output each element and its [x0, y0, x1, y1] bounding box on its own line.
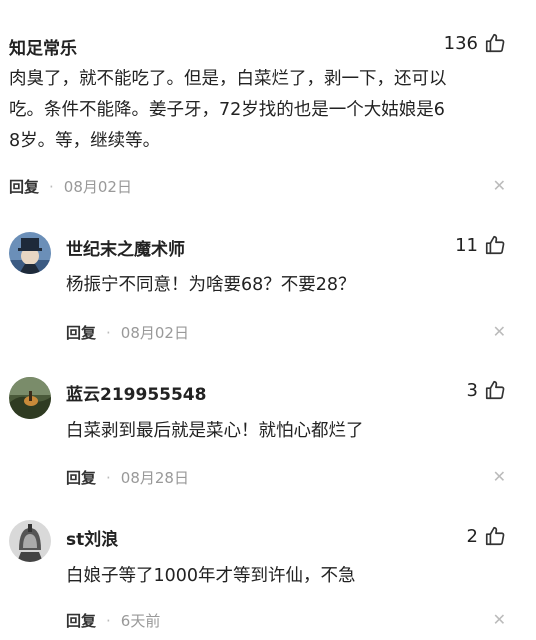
- warrior-avatar-icon: [9, 520, 51, 562]
- separator-dot: ·: [106, 323, 111, 342]
- comment-text: 白菜剥到最后就是菜心！就怕心都烂了: [66, 421, 364, 441]
- like-button[interactable]: 3: [467, 379, 506, 401]
- username[interactable]: st刘浪: [66, 525, 118, 550]
- like-count: 11: [455, 234, 478, 256]
- comment-date: 08月28日: [120, 469, 189, 487]
- like-button[interactable]: 11: [455, 234, 506, 256]
- like-button[interactable]: 136: [444, 32, 506, 54]
- magician-avatar-icon: [9, 232, 51, 274]
- comment-date: 08月02日: [63, 178, 132, 196]
- reply-button[interactable]: 回复: [66, 467, 96, 488]
- reply-button[interactable]: 回复: [66, 610, 96, 631]
- comment-date: 6天前: [120, 612, 161, 630]
- reply-button[interactable]: 回复: [66, 322, 96, 343]
- close-icon[interactable]: ✕: [493, 612, 506, 628]
- thumbs-up-icon: [484, 234, 506, 256]
- comment-line: 吃。条件不能降。姜子牙，72岁找的也是一个大姑娘是6: [9, 100, 445, 120]
- username[interactable]: 世纪末之魔术师: [66, 235, 185, 260]
- separator-dot: ·: [49, 177, 54, 196]
- like-count: 136: [443, 32, 478, 54]
- comment-text: 杨振宁不同意！为啥要68？不要28？: [66, 275, 356, 295]
- thumbs-up-icon: [484, 525, 506, 547]
- landscape-avatar-icon: [9, 377, 51, 419]
- reply-button[interactable]: 回复: [9, 176, 39, 197]
- avatar[interactable]: [9, 232, 51, 274]
- close-icon[interactable]: ✕: [493, 469, 506, 485]
- thumbs-up-icon: [484, 379, 506, 401]
- avatar[interactable]: [9, 377, 51, 419]
- like-count: 2: [466, 525, 478, 547]
- comment-line: 8岁。等，继续等。: [9, 131, 161, 151]
- comment-date: 08月02日: [120, 324, 189, 342]
- username[interactable]: 蓝云219955548: [66, 380, 206, 405]
- comment-meta: 回复 · 08月28日: [66, 467, 189, 488]
- username[interactable]: 知足常乐: [9, 34, 77, 59]
- like-count: 3: [466, 379, 478, 401]
- avatar[interactable]: [9, 520, 51, 562]
- comment-text: 肉臭了，就不能吃了。但是，白菜烂了，剥一下，还可以 吃。条件不能降。姜子牙，72…: [9, 64, 447, 157]
- separator-dot: ·: [106, 468, 111, 487]
- close-icon[interactable]: ✕: [493, 178, 506, 194]
- comment-line: 肉臭了，就不能吃了。但是，白菜烂了，剥一下，还可以: [9, 69, 447, 89]
- thumbs-up-icon: [484, 32, 506, 54]
- comment-meta: 回复 · 6天前: [66, 610, 160, 631]
- like-button[interactable]: 2: [467, 525, 506, 547]
- comment-text: 白娘子等了1000年才等到许仙，不急: [66, 566, 356, 586]
- separator-dot: ·: [106, 611, 111, 630]
- comment-meta: 回复 · 08月02日: [66, 322, 189, 343]
- close-icon[interactable]: ✕: [493, 324, 506, 340]
- comment-meta: 回复 · 08月02日: [9, 176, 132, 197]
